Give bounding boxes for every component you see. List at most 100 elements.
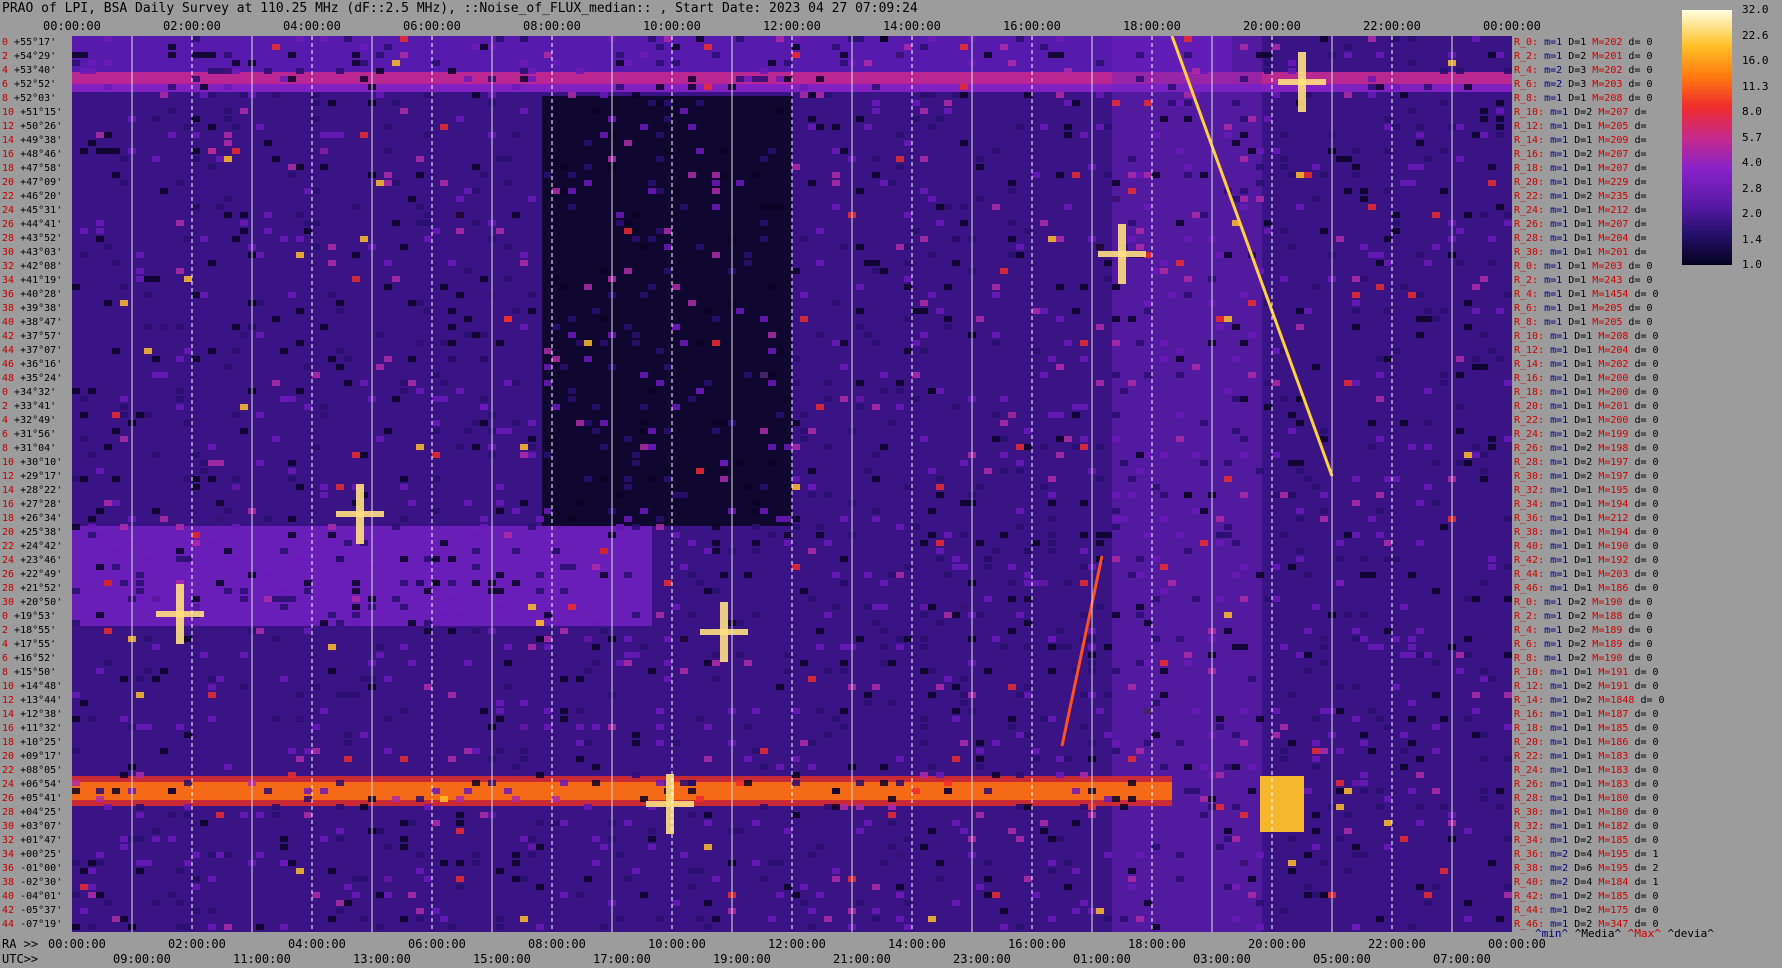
heat-cell [1416, 500, 1424, 506]
heat-cell [800, 292, 808, 298]
heat-cell [1160, 492, 1168, 498]
heat-cell [328, 916, 336, 922]
row-stat-dev: d= [1628, 247, 1647, 258]
heat-cell [544, 172, 552, 178]
heat-cell [736, 180, 744, 186]
heat-cell [1504, 724, 1512, 730]
heat-cell [720, 172, 728, 178]
heat-cell [136, 276, 144, 282]
heat-cell [896, 884, 904, 890]
heat-cell [96, 564, 104, 570]
heat-cell [136, 268, 144, 274]
heat-cell [584, 476, 592, 482]
heat-cell [808, 428, 816, 434]
heat-cell [496, 708, 504, 714]
heat-cell [792, 476, 800, 482]
heat-cell [1024, 444, 1032, 450]
heat-cell [656, 156, 664, 162]
heat-cell [1304, 884, 1312, 890]
heat-cell [1344, 380, 1352, 386]
heat-cell [168, 52, 176, 58]
heat-cell [1248, 892, 1256, 898]
heat-cell [960, 500, 968, 506]
heat-cell [952, 236, 960, 242]
heat-cell [304, 364, 312, 370]
row-stat-dev: d= 0 [1628, 541, 1659, 552]
colorbar-tick-label: 16.0 [1742, 54, 1769, 67]
row-stat-min: m=2 [1538, 65, 1563, 76]
row-stat-median: D=1 [1568, 401, 1593, 412]
heat-cell [976, 756, 984, 762]
heat-cell [512, 380, 520, 386]
heat-cell [688, 172, 696, 178]
heat-cell [1480, 676, 1488, 682]
heat-cell [776, 684, 784, 690]
row-stat-min: m=1 [1544, 135, 1569, 146]
heat-cell [360, 876, 368, 882]
heat-cell [872, 172, 880, 178]
row-stat-max: M=207 [1592, 149, 1629, 160]
declination-index: 42 [2, 331, 15, 342]
row-stat: R_8: m=1 D=1 M=208 d= 0 [1514, 94, 1653, 104]
heat-cell [312, 116, 320, 122]
declination-label: 16 +11°32' [2, 724, 62, 734]
heat-cell [792, 484, 800, 490]
heat-cell [960, 740, 968, 746]
heat-cell [1304, 628, 1312, 634]
heat-cell [224, 196, 232, 202]
heat-cell [1040, 716, 1048, 722]
heat-cell [1224, 388, 1232, 394]
heat-cell [808, 740, 816, 746]
row-stat-max: M=191 [1592, 681, 1629, 692]
row-stat-label: R_10: [1514, 331, 1545, 342]
heat-cell [272, 44, 280, 50]
colorbar-tick-label: 2.0 [1742, 207, 1762, 220]
heat-cell [408, 660, 416, 666]
heat-cell [1000, 420, 1008, 426]
row-stat-label: R_4: [1514, 289, 1539, 300]
heat-cell [1072, 908, 1080, 914]
heatmap-plot[interactable] [72, 36, 1512, 932]
row-stat-min: m=1 [1538, 639, 1563, 650]
heat-cell [1008, 684, 1016, 690]
heat-cell [88, 860, 96, 866]
heat-cell [576, 420, 584, 426]
heat-cell [264, 516, 272, 522]
row-stat-min: m=1 [1544, 723, 1569, 734]
declination-value: +29°17' [14, 471, 63, 482]
heat-cell [72, 588, 80, 594]
heat-cell [1128, 188, 1136, 194]
heat-cell [664, 364, 672, 370]
heat-cell [688, 868, 696, 874]
heat-cell [208, 876, 216, 882]
declination-value: +39°38' [14, 303, 63, 314]
heat-cell [88, 884, 96, 890]
heat-cell [784, 668, 792, 674]
row-stat-median: D=1 [1568, 219, 1593, 230]
declination-index: 36 [2, 289, 15, 300]
row-stat: R_14: m=1 D=2 M=1848 d= 0 [1514, 696, 1665, 706]
heat-cell [280, 548, 288, 554]
heat-cell [208, 852, 216, 858]
heat-cell [1464, 460, 1472, 466]
heat-cell [1480, 476, 1488, 482]
heat-cell [280, 604, 288, 610]
heat-cell [952, 756, 960, 762]
heat-cell [1032, 580, 1040, 586]
heat-cell [888, 844, 896, 850]
heat-cell [1040, 44, 1048, 50]
heat-cell [336, 908, 344, 914]
ra-tick-label: 00:00:00 [48, 937, 106, 951]
heat-cell [376, 828, 384, 834]
heat-cell [1480, 452, 1488, 458]
heat-cell [360, 44, 368, 50]
heat-cell [560, 708, 568, 714]
row-stat-min: m=1 [1544, 331, 1569, 342]
heat-cell [88, 60, 96, 66]
heat-cell [328, 868, 336, 874]
heat-cell [1048, 548, 1056, 554]
row-stat-label: R_12: [1514, 345, 1545, 356]
row-stat-dev: d= 2 [1628, 863, 1659, 874]
heat-cell [1112, 556, 1120, 562]
declination-label: 22 +46°20' [2, 192, 62, 202]
